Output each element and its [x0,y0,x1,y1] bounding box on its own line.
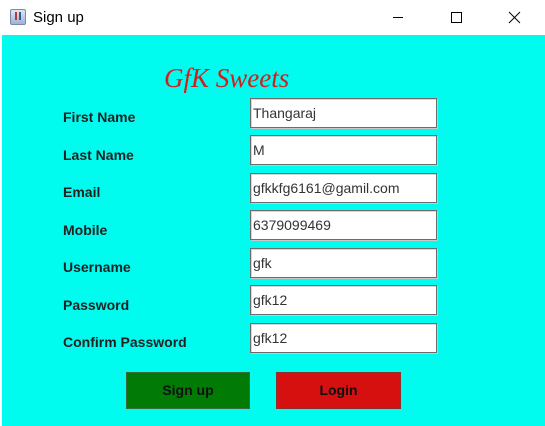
java-app-icon [10,9,26,25]
signup-window: Sign up GfK Sweets First Name Last Name … [0,0,545,426]
signup-button[interactable]: Sign up [126,372,250,409]
mobile-label: Mobile [63,222,108,238]
close-button[interactable] [491,0,537,35]
username-field[interactable] [250,248,437,278]
maximize-icon [451,12,462,23]
email-field[interactable] [250,173,437,203]
login-button[interactable]: Login [276,372,401,409]
first-name-label: First Name [63,109,136,125]
minimize-icon [393,17,403,18]
password-field[interactable] [250,285,437,315]
password-label: Password [63,297,130,313]
brand-title: GfK Sweets [164,63,290,93]
confirm-password-field[interactable] [250,323,437,353]
maximize-button[interactable] [433,0,479,35]
first-name-field[interactable] [250,98,437,128]
form-panel: GfK Sweets First Name Last Name Email Mo… [2,35,545,426]
confirm-password-label: Confirm Password [63,334,187,350]
email-label: Email [63,184,101,200]
last-name-label: Last Name [63,147,134,163]
window-title: Sign up [33,9,84,26]
close-icon [508,11,521,24]
last-name-field[interactable] [250,135,437,165]
title-bar[interactable]: Sign up [0,0,545,35]
username-label: Username [63,259,131,275]
mobile-field[interactable] [250,210,437,240]
minimize-button[interactable] [375,0,421,35]
